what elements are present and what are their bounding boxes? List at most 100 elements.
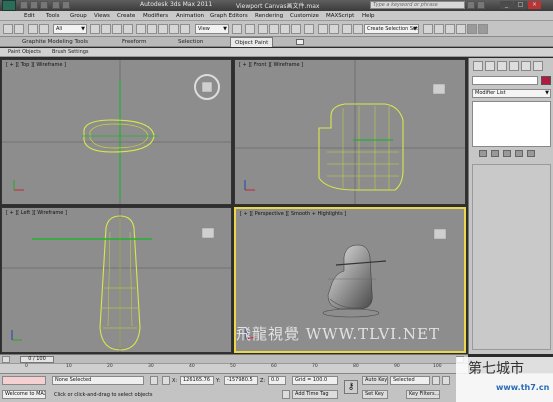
modifier-list-dropdown[interactable]: Modifier List ▼ — [472, 89, 551, 98]
select-by-name-icon[interactable] — [101, 24, 111, 34]
search-input[interactable]: Type a keyword or phrase — [370, 1, 465, 9]
undo-button[interactable] — [3, 24, 13, 34]
object-color-swatch[interactable] — [541, 76, 551, 85]
menu-customize[interactable]: Customize — [290, 13, 319, 19]
reference-coord-dropdown[interactable]: View ▼ — [195, 24, 229, 34]
selection-set-dropdown[interactable]: Create Selection Set ▼ — [364, 24, 419, 34]
angle-snap-icon[interactable] — [269, 24, 279, 34]
graphite-toggle-icon[interactable] — [353, 24, 363, 34]
render-setup-icon[interactable] — [456, 24, 466, 34]
menu-group[interactable]: Group — [70, 13, 87, 19]
save-file-icon[interactable] — [40, 1, 48, 9]
menu-modifiers[interactable]: Modifiers — [143, 13, 168, 19]
pivot-center-icon[interactable] — [232, 24, 242, 34]
hierarchy-tab-icon[interactable] — [497, 61, 507, 71]
pivot-icon[interactable] — [180, 24, 190, 34]
undo-icon[interactable] — [52, 1, 60, 9]
tab-selection[interactable]: Selection — [178, 37, 203, 47]
key-filters-button[interactable]: Key Filters... — [406, 390, 440, 399]
menu-graph-editors[interactable]: Graph Editors — [210, 13, 248, 19]
window-crossing-icon[interactable] — [123, 24, 133, 34]
viewport-left[interactable]: [ + ][ Left ][ Wireframe ] — [1, 207, 232, 353]
maximize-button[interactable]: □ — [514, 1, 527, 9]
key-icon[interactable]: ⚷ — [344, 380, 358, 394]
menu-animation[interactable]: Animation — [176, 13, 204, 19]
mirror-icon[interactable] — [318, 24, 328, 34]
new-file-icon[interactable] — [20, 1, 28, 9]
subtab-brush-settings[interactable]: Brush Settings — [52, 49, 89, 55]
auto-key-button[interactable]: Auto Key — [362, 376, 388, 385]
time-slider[interactable]: 0 / 100 — [0, 354, 468, 363]
close-button[interactable]: × — [528, 1, 541, 9]
menu-views[interactable]: Views — [94, 13, 110, 19]
menu-edit[interactable]: Edit — [24, 13, 35, 19]
edit-named-selection-icon[interactable] — [304, 24, 314, 34]
modify-tab-icon[interactable] — [485, 61, 495, 71]
configure-sets-icon[interactable] — [527, 150, 535, 157]
object-name-field[interactable] — [472, 76, 538, 85]
move-icon[interactable] — [136, 24, 146, 34]
menu-maxscript[interactable]: MAXScript — [326, 13, 354, 19]
tab-object-paint[interactable]: Object Paint — [230, 37, 274, 47]
minimize-button[interactable]: _ — [500, 1, 513, 9]
modifier-stack-list[interactable] — [472, 101, 551, 147]
rect-selection-icon[interactable] — [112, 24, 122, 34]
utilities-tab-icon[interactable] — [533, 61, 543, 71]
menu-tools[interactable]: Tools — [46, 13, 60, 19]
select-manipulate-icon[interactable] — [169, 24, 179, 34]
set-key-button[interactable]: Set Key — [362, 390, 388, 399]
align-icon[interactable] — [329, 24, 339, 34]
key-mode-dropdown[interactable]: Selected — [390, 376, 430, 385]
z-coordinate-field[interactable]: 0.0 — [268, 376, 286, 385]
ribbon-minimize-icon[interactable] — [296, 39, 304, 45]
subtab-paint-objects[interactable]: Paint Objects — [8, 49, 41, 55]
snaps-toggle-icon[interactable] — [258, 24, 268, 34]
schematic-view-icon[interactable] — [434, 24, 444, 34]
maxscript-listener-field[interactable] — [2, 376, 46, 385]
link-icon[interactable] — [28, 24, 38, 34]
track-bar[interactable]: 0 10 20 30 40 50 60 70 80 90 100 — [0, 363, 468, 373]
create-tab-icon[interactable] — [473, 61, 483, 71]
layer-manager-icon[interactable] — [342, 24, 352, 34]
material-editor-icon[interactable] — [445, 24, 455, 34]
show-end-result-icon[interactable] — [491, 150, 499, 157]
time-tag-icon[interactable] — [282, 390, 290, 399]
viewport-top[interactable]: [ + ][ Top ][ Wireframe ] — [1, 59, 232, 205]
scale-icon[interactable] — [158, 24, 168, 34]
play-icon[interactable] — [442, 376, 450, 385]
percent-snap-icon[interactable] — [280, 24, 290, 34]
redo-icon[interactable] — [62, 1, 70, 9]
add-time-tag-button[interactable]: Add Time Tag — [292, 390, 338, 399]
render-icon[interactable] — [478, 24, 488, 34]
keyboard-shortcut-icon[interactable] — [245, 24, 255, 34]
menu-rendering[interactable]: Rendering — [255, 13, 283, 19]
rotate-icon[interactable] — [147, 24, 157, 34]
absolute-mode-icon[interactable] — [162, 376, 170, 385]
make-unique-icon[interactable] — [503, 150, 511, 157]
search-icon[interactable] — [467, 1, 475, 9]
menu-help[interactable]: Help — [362, 13, 375, 19]
remove-modifier-icon[interactable] — [515, 150, 523, 157]
spinner-snap-icon[interactable] — [291, 24, 301, 34]
lock-selection-icon[interactable] — [150, 376, 158, 385]
display-tab-icon[interactable] — [521, 61, 531, 71]
tab-freeform[interactable]: Freeform — [122, 37, 147, 47]
x-coordinate-field[interactable]: 126165.76 — [180, 376, 214, 385]
redo-button[interactable] — [14, 24, 24, 34]
go-to-start-icon[interactable] — [432, 376, 440, 385]
viewport-front[interactable]: [ + ][ Front ][ Wireframe ] — [234, 59, 466, 205]
curve-editor-icon[interactable] — [423, 24, 433, 34]
time-slider-thumb[interactable]: 0 / 100 — [20, 356, 54, 363]
pin-stack-icon[interactable] — [479, 150, 487, 157]
menu-create[interactable]: Create — [117, 13, 135, 19]
select-object-icon[interactable] — [90, 24, 100, 34]
motion-tab-icon[interactable] — [509, 61, 519, 71]
unlink-icon[interactable] — [39, 24, 49, 34]
help-icon[interactable] — [477, 1, 485, 9]
app-logo-icon[interactable] — [2, 0, 16, 11]
y-coordinate-field[interactable]: -157980.5 — [224, 376, 258, 385]
rendered-frame-icon[interactable] — [467, 24, 477, 34]
open-file-icon[interactable] — [30, 1, 38, 9]
selection-filter-dropdown[interactable]: All ▼ — [53, 24, 87, 34]
tab-graphite-modeling[interactable]: Graphite Modeling Tools — [22, 37, 88, 47]
